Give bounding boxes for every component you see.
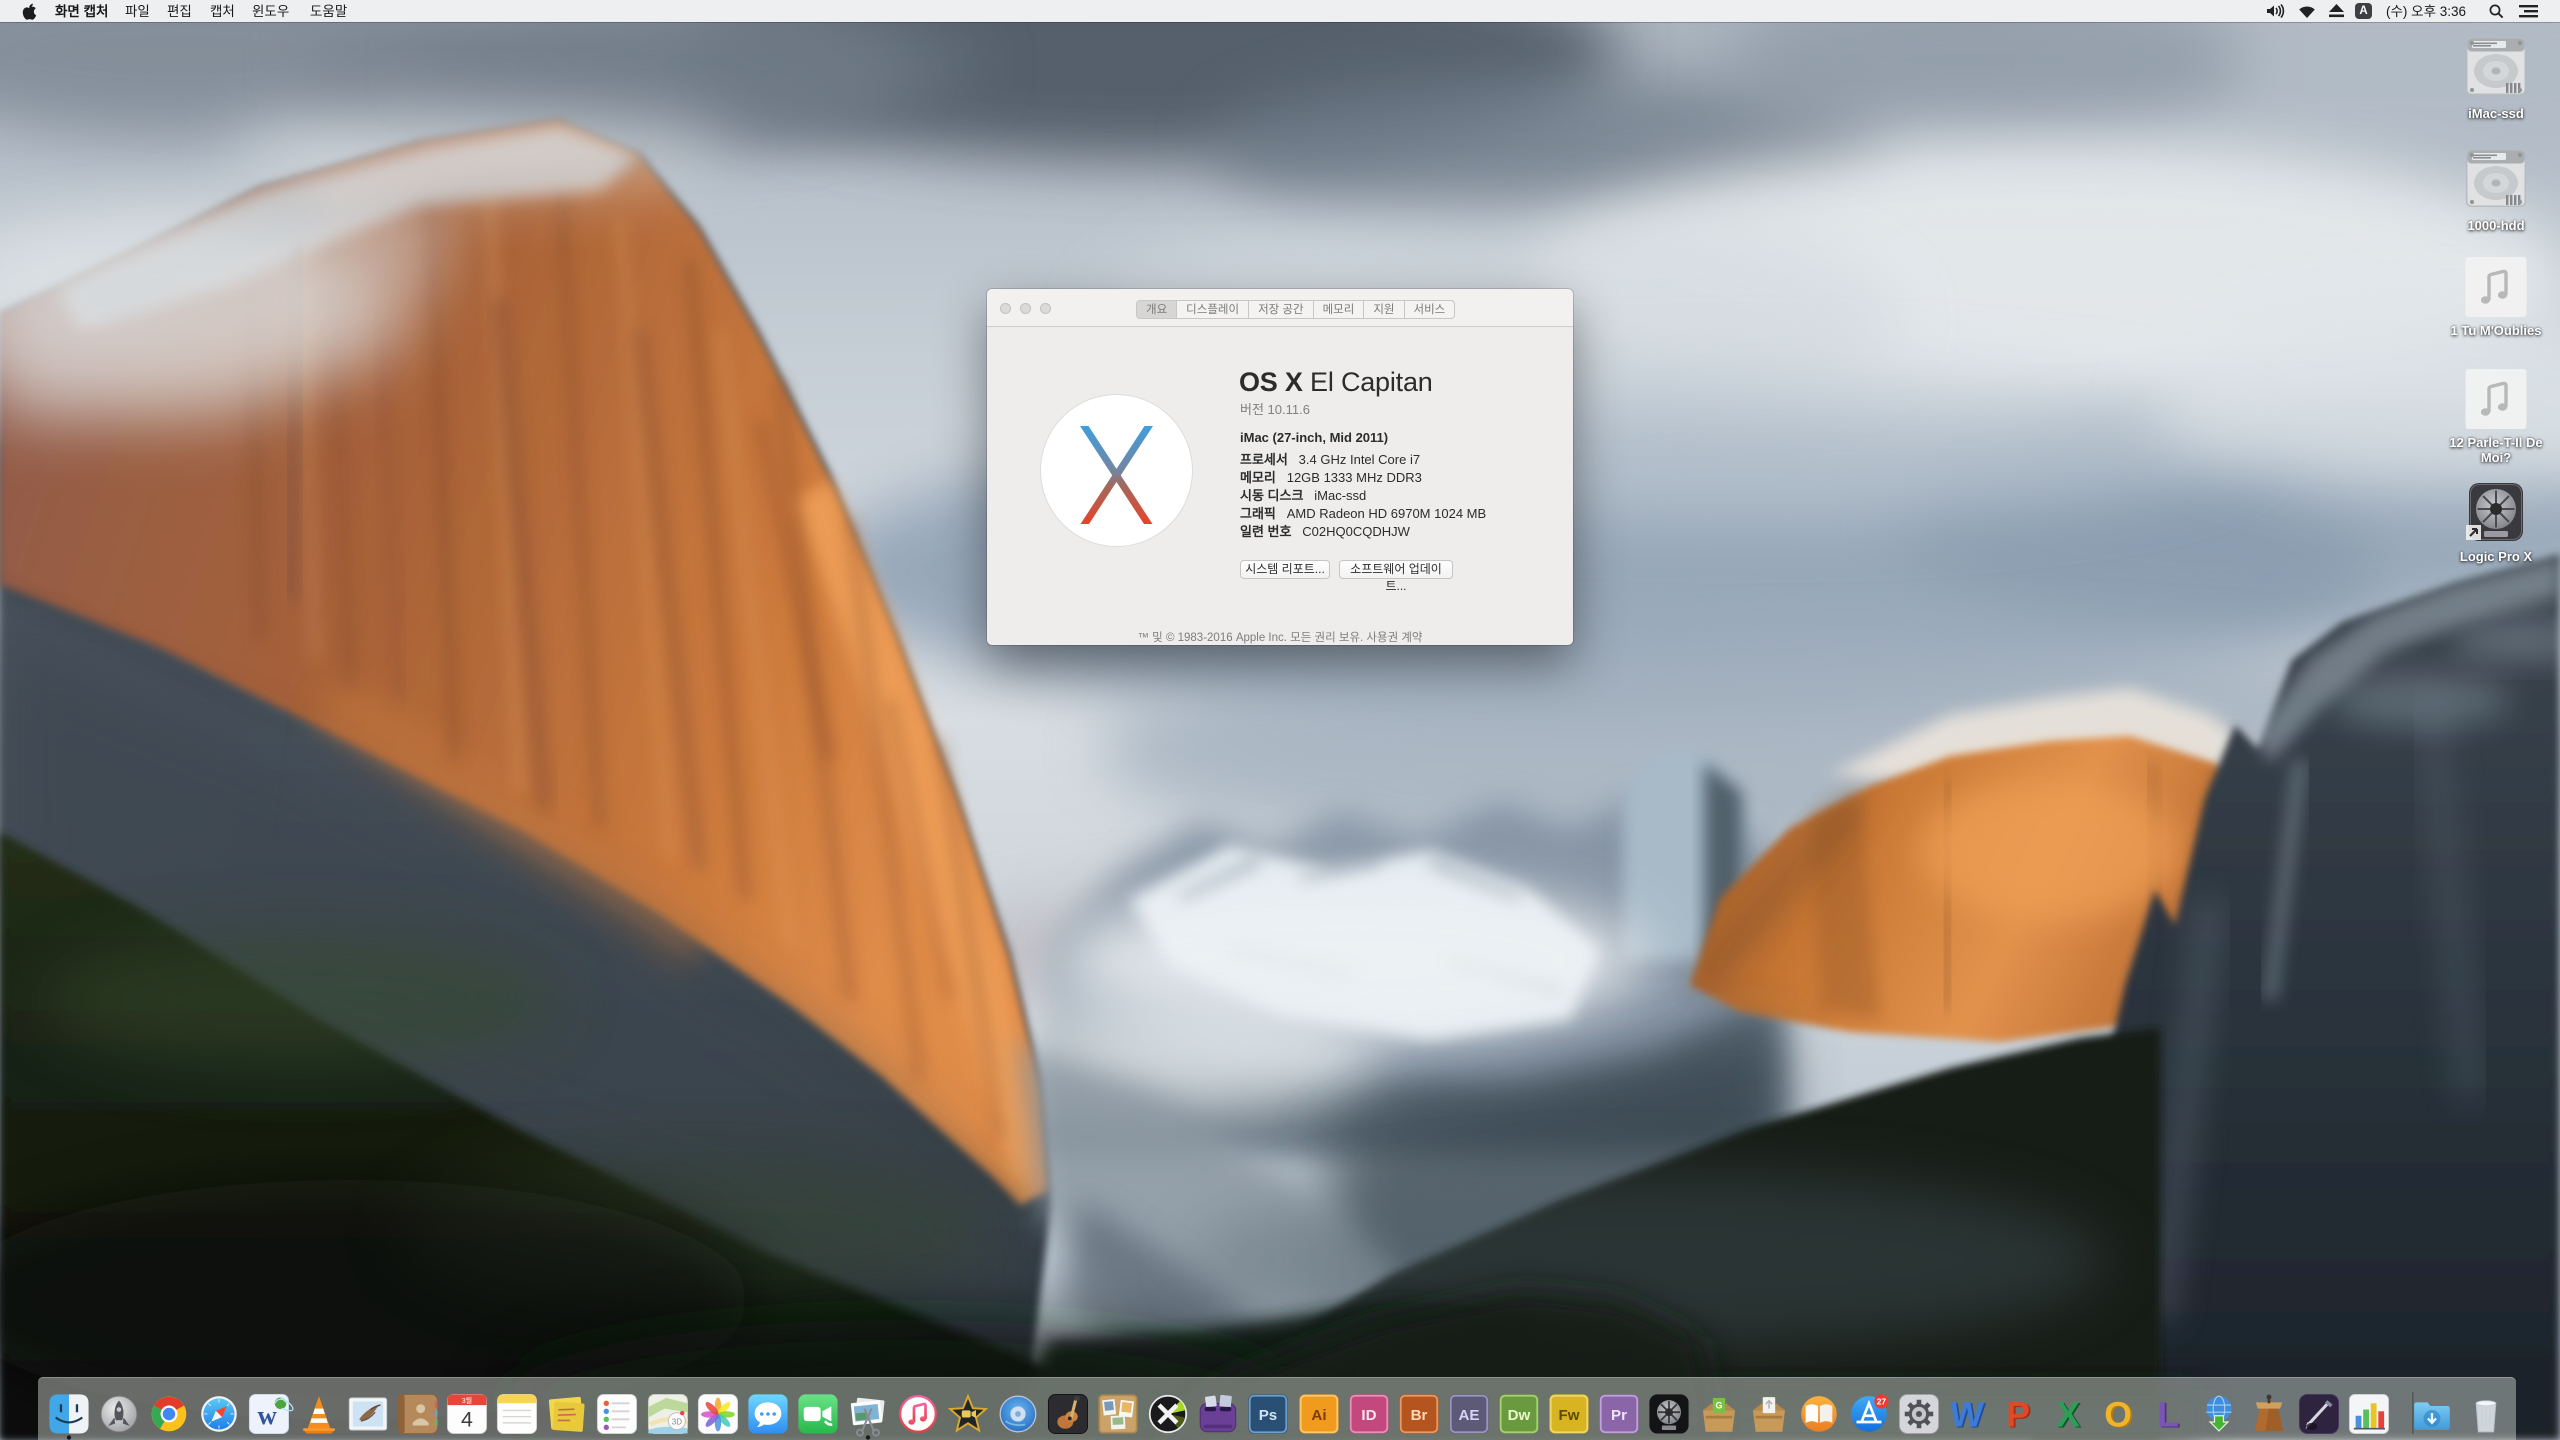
- svg-text:P: P: [2006, 1394, 2030, 1434]
- svg-text:27: 27: [1877, 1396, 1887, 1406]
- svg-text:Pr: Pr: [1611, 1407, 1627, 1424]
- svg-text:3D: 3D: [672, 1418, 682, 1427]
- svg-text:3월: 3월: [462, 1396, 473, 1405]
- svg-text:4: 4: [461, 1407, 473, 1431]
- svg-text:Br: Br: [1411, 1407, 1428, 1424]
- svg-text:AE: AE: [1458, 1407, 1479, 1424]
- svg-text:W: W: [1948, 1394, 1985, 1434]
- svg-text:w: w: [258, 1400, 278, 1430]
- svg-text:O: O: [2104, 1394, 2132, 1434]
- svg-text:Ai: Ai: [1311, 1407, 1326, 1424]
- svg-text:Fw: Fw: [1558, 1407, 1579, 1424]
- svg-text:X: X: [2056, 1394, 2080, 1434]
- svg-text:G: G: [1716, 1401, 1723, 1411]
- svg-text:Ps: Ps: [1259, 1407, 1278, 1424]
- svg-text:L: L: [2157, 1394, 2179, 1434]
- svg-text:Dw: Dw: [1508, 1407, 1531, 1424]
- svg-text:ID: ID: [1361, 1407, 1376, 1424]
